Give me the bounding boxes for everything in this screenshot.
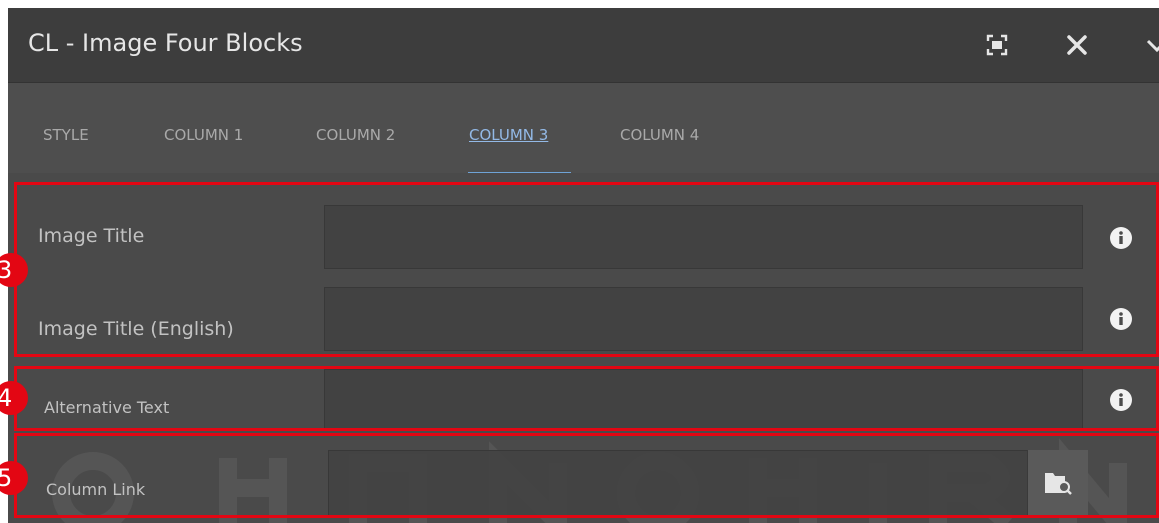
image-title-english-label: Image Title (English) <box>38 318 234 340</box>
chevron-down-icon[interactable] <box>1142 30 1159 60</box>
folder-search-icon <box>1043 469 1073 501</box>
info-icon[interactable] <box>1110 389 1132 411</box>
column-link-label: Column Link <box>46 480 146 499</box>
tab-column-4[interactable]: COLUMN 4 <box>620 126 699 144</box>
tab-bar: STYLE COLUMN 1 COLUMN 2 COLUMN 3 COLUMN … <box>8 83 1159 176</box>
form-content: Image Title Image Title (English) Altern… <box>8 173 1159 523</box>
dialog: CL - Image Four Blocks STYLE COLUMN 1 CO… <box>8 8 1159 523</box>
image-title-input[interactable] <box>324 205 1083 269</box>
tab-style[interactable]: STYLE <box>43 126 89 144</box>
tab-column-2[interactable]: COLUMN 2 <box>316 126 395 144</box>
image-title-label: Image Title <box>38 225 145 247</box>
browse-button[interactable] <box>1027 450 1088 516</box>
tab-column-3[interactable]: COLUMN 3 <box>469 126 548 144</box>
info-icon[interactable] <box>1110 227 1132 249</box>
image-title-english-input[interactable] <box>324 287 1083 351</box>
close-icon[interactable] <box>1062 30 1092 60</box>
tab-column-1[interactable]: COLUMN 1 <box>164 126 243 144</box>
column-link-input[interactable] <box>328 450 1028 516</box>
fullscreen-icon[interactable] <box>982 30 1012 60</box>
dialog-titlebar: CL - Image Four Blocks <box>8 8 1159 83</box>
info-icon[interactable] <box>1110 308 1132 330</box>
alternative-text-input[interactable] <box>324 369 1083 431</box>
dialog-title: CL - Image Four Blocks <box>28 29 303 57</box>
alternative-text-label: Alternative Text <box>44 398 170 417</box>
